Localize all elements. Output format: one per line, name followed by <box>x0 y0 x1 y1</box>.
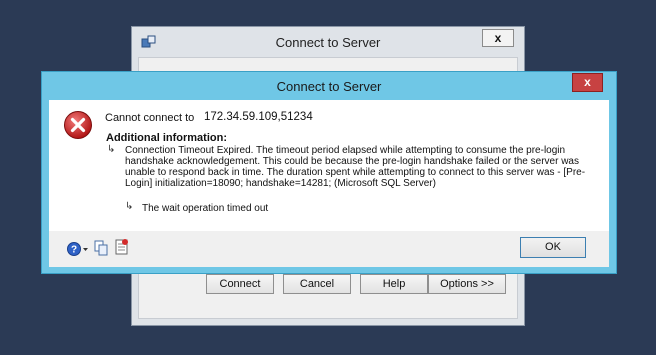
arrow-icon: ↳ <box>107 144 116 155</box>
cannot-connect-label: Cannot connect to <box>105 112 195 124</box>
background-window-title: Connect to Server <box>275 35 381 50</box>
dialog-title: Connect to Server <box>276 79 382 94</box>
error-icon <box>64 111 92 139</box>
dialog-footer: ? OK <box>49 231 609 267</box>
background-titlebar: Connect to Server x <box>132 27 524 57</box>
help-button[interactable]: Help <box>360 274 428 294</box>
connect-button[interactable]: Connect <box>206 274 274 294</box>
svg-text:?: ? <box>71 245 77 256</box>
dialog-content: Cannot connect to 172.34.59.109,51234 Ad… <box>49 100 609 231</box>
background-close-button[interactable]: x <box>482 29 514 47</box>
inner-error-message: The wait operation timed out <box>142 203 269 214</box>
help-icon[interactable]: ? <box>66 241 90 257</box>
ok-button[interactable]: OK <box>520 237 586 258</box>
background-button-row: Connect Cancel Help Options >> <box>139 274 517 296</box>
arrow-icon: ↳ <box>125 201 134 212</box>
details-icon[interactable] <box>115 238 129 256</box>
options-button[interactable]: Options >> <box>428 274 506 294</box>
error-dialog: Connect to Server x Cannot connect to 17… <box>41 71 617 274</box>
dialog-close-button[interactable]: x <box>572 73 603 92</box>
cancel-button[interactable]: Cancel <box>283 274 351 294</box>
copy-icon[interactable] <box>94 240 108 256</box>
server-address: 172.34.59.109,51234 <box>204 111 313 123</box>
error-message: Connection Timeout Expired. The timeout … <box>125 145 586 189</box>
additional-info-heading: Additional information: <box>106 132 227 144</box>
